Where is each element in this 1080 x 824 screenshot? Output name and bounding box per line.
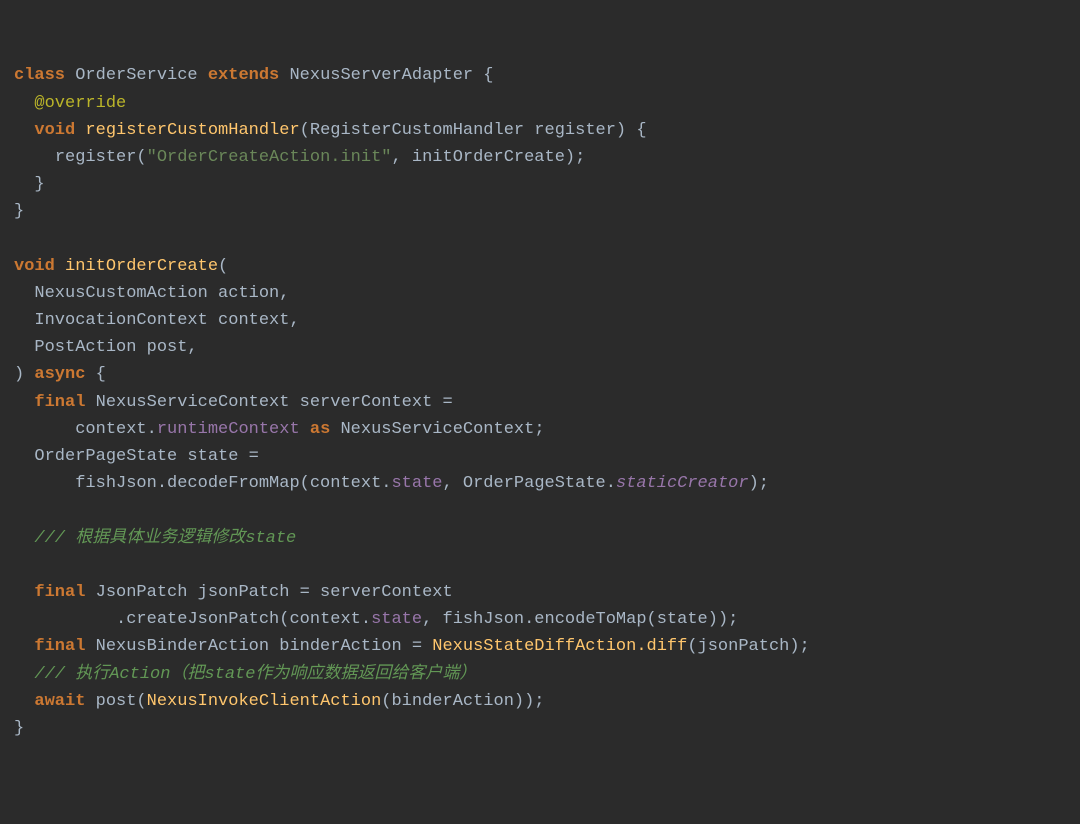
keyword-extends: extends — [208, 66, 279, 85]
comment: /// 执行Action（把state作为响应数据返回给客户端） — [34, 665, 476, 684]
keyword-await: await — [34, 692, 85, 711]
method-name: initOrderCreate — [65, 257, 218, 276]
code-line: void initOrderCreate( — [14, 257, 228, 276]
paren: ) — [14, 365, 34, 384]
class-name: OrderService — [75, 66, 197, 85]
param: PostAction post, — [34, 338, 197, 357]
code-line: context.runtimeContext as NexusServiceCo… — [14, 420, 545, 439]
static-property: staticCreator — [616, 474, 749, 493]
code-line: /// 执行Action（把state作为响应数据返回给客户端） — [14, 665, 476, 684]
type: NexusServiceContext; — [340, 420, 544, 439]
keyword-class: class — [14, 66, 65, 85]
expr: .createJsonPatch(context. — [116, 610, 371, 629]
brace: { — [85, 365, 105, 384]
keyword-async: async — [34, 365, 85, 384]
params: (RegisterCustomHandler register) { — [300, 121, 647, 140]
expr: , OrderPageState. — [443, 474, 616, 493]
constructor-call: NexusInvokeClientAction — [147, 692, 382, 711]
code-line: /// 根据具体业务逻辑修改state — [14, 529, 296, 548]
property: state — [371, 610, 422, 629]
expr: (binderAction)); — [381, 692, 544, 711]
call: register( — [55, 148, 147, 167]
keyword-void: void — [14, 257, 55, 276]
expr: context. — [75, 420, 157, 439]
string-literal: "OrderCreateAction.init" — [147, 148, 392, 167]
code-line: register("OrderCreateAction.init", initO… — [14, 148, 585, 167]
keyword-as: as — [300, 420, 341, 439]
code-line: .createJsonPatch(context.state, fishJson… — [14, 610, 738, 629]
super-name: NexusServerAdapter — [289, 66, 473, 85]
code-line: await post(NexusInvokeClientAction(binde… — [14, 692, 545, 711]
code-line: OrderPageState state = — [14, 447, 259, 466]
comment: /// 根据具体业务逻辑修改state — [34, 529, 296, 548]
declaration: JsonPatch jsonPatch = serverContext — [85, 583, 452, 602]
declaration: NexusServiceContext serverContext = — [85, 393, 452, 412]
brace: } — [14, 202, 24, 221]
code-line: } — [14, 202, 24, 221]
brace: } — [34, 175, 44, 194]
keyword-void: void — [34, 121, 75, 140]
code-line: InvocationContext context, — [14, 311, 300, 330]
keyword-final: final — [34, 583, 85, 602]
method-name: registerCustomHandler — [85, 121, 299, 140]
expr: post( — [85, 692, 146, 711]
declaration: NexusBinderAction binderAction = — [85, 637, 432, 656]
args: , initOrderCreate); — [391, 148, 585, 167]
code-line: class OrderService extends NexusServerAd… — [14, 66, 494, 85]
static-call: NexusStateDiffAction.diff — [432, 637, 687, 656]
code-line: } — [14, 719, 24, 738]
code-line: } — [14, 175, 45, 194]
code-line: @override — [14, 94, 126, 113]
annotation: @override — [34, 94, 126, 113]
property: runtimeContext — [157, 420, 300, 439]
code-line: final NexusServiceContext serverContext … — [14, 393, 453, 412]
code-line: NexusCustomAction action, — [14, 284, 289, 303]
param: InvocationContext context, — [34, 311, 299, 330]
keyword-final: final — [34, 393, 85, 412]
code-line: final NexusBinderAction binderAction = N… — [14, 637, 810, 656]
declaration: OrderPageState state = — [34, 447, 258, 466]
expr: , fishJson.encodeToMap(state)); — [422, 610, 738, 629]
keyword-final: final — [34, 637, 85, 656]
code-line: final JsonPatch jsonPatch = serverContex… — [14, 583, 453, 602]
code-block: class OrderService extends NexusServerAd… — [14, 62, 1066, 742]
property: state — [391, 474, 442, 493]
code-line: fishJson.decodeFromMap(context.state, Or… — [14, 474, 769, 493]
expr: ); — [749, 474, 769, 493]
code-line: void registerCustomHandler(RegisterCusto… — [14, 121, 647, 140]
brace: { — [473, 66, 493, 85]
code-line: PostAction post, — [14, 338, 198, 357]
code-line: ) async { — [14, 365, 106, 384]
expr: (jsonPatch); — [687, 637, 809, 656]
paren: ( — [218, 257, 228, 276]
param: NexusCustomAction action, — [34, 284, 289, 303]
expr: fishJson.decodeFromMap(context. — [75, 474, 391, 493]
brace: } — [14, 719, 24, 738]
